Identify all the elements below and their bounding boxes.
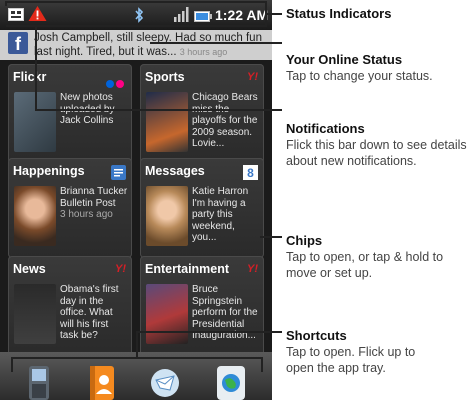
chip-title: Flickr: [13, 70, 47, 84]
battery-icon: [194, 9, 212, 27]
yahoo-icon: Y!: [247, 71, 258, 83]
annotation-online-status-desc: Tap to change your status.: [286, 69, 433, 83]
annotation-notifications-title: Notifications: [286, 121, 365, 136]
chip-news[interactable]: News Y! Obama's first day in the office.…: [8, 256, 132, 356]
facebook-icon: f: [8, 32, 28, 54]
chip-happenings[interactable]: Happenings Brianna Tucker Bulletin Post 3…: [8, 158, 132, 258]
messages-icon: 8: [243, 165, 258, 185]
shortcuts-dock: [0, 352, 272, 400]
phone-icon[interactable]: [26, 366, 52, 400]
clock-text: 1:22 AM: [215, 7, 269, 23]
chip-messages[interactable]: Messages 8 Katie Harron I'm having a par…: [140, 158, 264, 258]
chip-entertainment[interactable]: Entertainment Y! Bruce Springstein perfo…: [140, 256, 264, 356]
chip-text: Brianna Tucker Bulletin Post 3 hours ago: [60, 186, 128, 221]
email-icon[interactable]: [150, 368, 180, 400]
chip-text: Bruce Springstein perform for the Presid…: [192, 284, 258, 341]
chip-title: Entertainment: [145, 262, 230, 276]
photo-thumbnail: [146, 284, 188, 344]
chip-flickr[interactable]: Flickr New photos uploaded by Jack Colli…: [8, 64, 132, 164]
chip-text: Obama's first day in the office. What wi…: [60, 284, 119, 341]
photo-thumbnail: [146, 92, 188, 152]
chip-text: New photos uploaded by Jack Collins: [60, 92, 115, 126]
chip-title: Happenings: [13, 164, 85, 178]
chip-title: Messages: [145, 164, 205, 178]
status-message-text: Josh Campbell, still sleepy. Had so much…: [34, 32, 262, 58]
annotation-status-indicators-title: Status Indicators: [286, 6, 392, 21]
yahoo-icon: Y!: [247, 263, 258, 275]
chip-text-body: Brianna Tucker Bulletin Post: [60, 186, 128, 209]
status-message[interactable]: Josh Campbell, still sleepy. Had so much…: [34, 31, 268, 59]
flickr-icon: [106, 75, 126, 93]
photo-thumbnail: [14, 284, 56, 344]
chip-text: Katie Harron I'm having a party this wee…: [192, 186, 249, 243]
signal-icon: [174, 7, 190, 27]
avatar: [14, 186, 56, 246]
warning-icon: [28, 5, 47, 27]
chip-title: Sports: [145, 70, 185, 84]
annotation-shortcuts-title: Shortcuts: [286, 328, 347, 343]
chip-ago: 3 hours ago: [60, 209, 113, 220]
status-bar[interactable]: 1:22 AM: [0, 0, 272, 30]
browser-icon[interactable]: [216, 366, 246, 400]
status-ago: 3 hours ago: [179, 47, 228, 57]
svg-text:8: 8: [247, 166, 254, 180]
chip-text: Chicago Bears miss the playoffs for the …: [192, 92, 258, 149]
annotation-shortcuts-desc: Tap to open. Flick up to open the app tr…: [286, 345, 416, 375]
yahoo-icon: Y!: [115, 263, 126, 275]
phone-screen: 1:22 AM f Josh Campbell, still sleepy. H…: [0, 0, 272, 400]
annotation-chips-desc: Tap to open, or tap & hold to move or se…: [286, 250, 444, 280]
annotation-notifications-desc: Flick this bar down to see details about…: [286, 138, 467, 168]
happenings-icon: [111, 165, 126, 185]
annotation-chips-title: Chips: [286, 233, 323, 248]
contacts-icon[interactable]: [88, 366, 116, 400]
avatar: [146, 186, 188, 246]
bluetooth-icon: [134, 7, 145, 28]
sim-card-icon: [8, 8, 24, 26]
chip-title: News: [13, 262, 46, 276]
annotation-online-status-title: Your Online Status: [286, 52, 403, 67]
photo-thumbnail: [14, 92, 56, 152]
chip-sports[interactable]: Sports Y! Chicago Bears miss the playoff…: [140, 64, 264, 164]
